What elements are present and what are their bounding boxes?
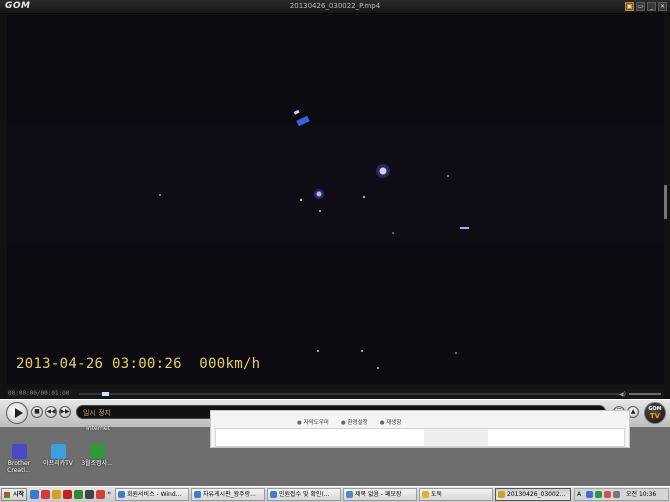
gom-player-window: GOM 20130426_030022_P.mp4 ▣ ▭ _ ✕ 2013-0… [0, 0, 670, 427]
folder-icon [422, 491, 429, 498]
tray-app-icon[interactable] [595, 491, 602, 498]
taskbar-button[interactable]: 자유게시판_왕주랑... [191, 488, 265, 501]
background-window: 자막도우미 환경설정 재생창 [210, 410, 630, 448]
desktop-icon-internet[interactable]: Internet [78, 425, 118, 432]
quicklaunch-app-icon[interactable] [41, 490, 50, 499]
taskbar-button[interactable]: 제목 없음 - 페모장 [343, 488, 417, 501]
language-indicator[interactable]: A [577, 490, 581, 500]
notepad-icon [346, 491, 353, 498]
video-frame [7, 15, 664, 384]
tv-icon [50, 444, 66, 459]
bg-tab-subtitle-helper[interactable]: 자막도우미 [297, 418, 329, 426]
quicklaunch-app-icon[interactable] [96, 490, 105, 499]
close-button[interactable]: ✕ [658, 2, 667, 11]
quicklaunch-app-icon[interactable] [74, 490, 83, 499]
ie-icon [194, 491, 201, 498]
video-area[interactable]: 2013-04-26 03:00:26 000km/h [7, 15, 664, 384]
volume-icon[interactable]: ◀) [619, 391, 626, 398]
desktop-screen: { "player": { "app_logo": "GOM", "title"… [0, 0, 670, 502]
start-button[interactable]: 시작 [1, 488, 27, 501]
spreadsheet-icon [89, 444, 105, 459]
seek-bar[interactable] [79, 393, 619, 395]
desktop-icon-label: 아프리카TV [43, 460, 73, 467]
gomtv-button[interactable]: GOM TV [644, 402, 666, 424]
ie-icon [270, 491, 277, 498]
tray-network-icon[interactable] [586, 491, 593, 498]
skin-button[interactable]: ▣ [625, 2, 634, 11]
window-title: 20130426_030022_P.mp4 [289, 2, 381, 10]
desktop-icon-label: Internet [86, 425, 110, 432]
desktop-icon-label: 3월조정사... [81, 460, 113, 467]
gom-icon [498, 491, 505, 498]
taskbar-button[interactable]: 민원접수 및 확인(... [267, 488, 341, 501]
system-tray: A 오전 10:36 [574, 488, 669, 501]
maximize-button[interactable]: ▭ [636, 2, 645, 11]
previous-button[interactable]: ◀◀ [45, 406, 57, 418]
chevron-icon[interactable]: » [107, 489, 111, 497]
tray-app-icon[interactable] [604, 491, 611, 498]
bg-tab-settings[interactable]: 환경설정 [341, 418, 367, 426]
title-bar[interactable]: GOM 20130426_030022_P.mp4 ▣ ▭ _ ✕ [0, 0, 670, 14]
quicklaunch-app-icon[interactable] [63, 490, 72, 499]
taskbar-button[interactable]: 회원서비스 - Wind... [115, 488, 189, 501]
taskbar: 시작 » 회원서비스 - Wind... 자유게시판_왕주랑... 민원접수 및… [0, 486, 670, 502]
next-button[interactable]: ▶▶ [59, 406, 71, 418]
desktop-icon-spreadsheet[interactable]: 3월조정사... [77, 444, 117, 467]
clock[interactable]: 오전 10:36 [626, 490, 656, 500]
taskbar-button[interactable]: 도둑 [419, 488, 493, 501]
volume-slider[interactable] [629, 393, 661, 395]
taskbar-button-active[interactable]: 20130426_03002... [495, 488, 571, 501]
ie-icon [118, 491, 125, 498]
seek-row: 00:00:00/00:01:00 ◀) [7, 389, 664, 399]
dashcam-timestamp-overlay: 2013-04-26 03:00:26 000km/h [16, 356, 261, 372]
timecode: 00:00:00/00:01:00 [8, 390, 70, 397]
desktop-icon-brother[interactable]: Brother Creati... [0, 444, 39, 474]
bg-tab-playback[interactable]: 재생창 [380, 418, 401, 426]
tray-volume-icon[interactable] [613, 491, 620, 498]
desktop-icon-afreecatv[interactable]: 아프리카TV [38, 444, 78, 467]
side-scroll-tab[interactable] [664, 185, 667, 219]
quicklaunch-ie-icon[interactable] [30, 490, 39, 499]
quicklaunch-app-icon[interactable] [52, 490, 61, 499]
printer-icon [11, 444, 27, 459]
play-button[interactable] [6, 402, 28, 424]
bg-content-panel [215, 428, 625, 447]
seek-thumb[interactable] [102, 392, 109, 396]
stop-button[interactable]: ■ [31, 406, 43, 418]
desktop-icon-label: Brother Creati... [7, 460, 31, 474]
status-text: 일시 정지 [83, 409, 111, 417]
minimize-button[interactable]: _ [647, 2, 656, 11]
quicklaunch-app-icon[interactable] [85, 490, 94, 499]
